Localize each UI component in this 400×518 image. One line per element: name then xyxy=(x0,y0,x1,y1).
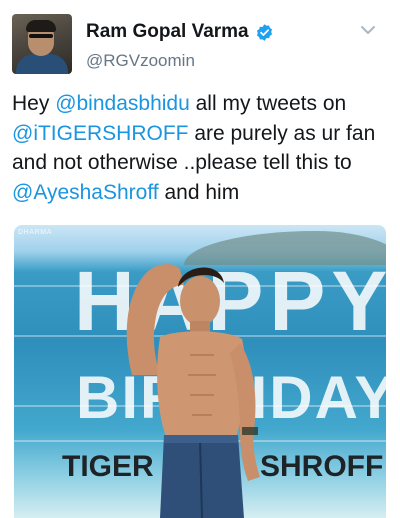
name-shroff: SHROFF xyxy=(260,450,384,483)
tweet-text: Hey @bindasbhidu all my tweets on @iTIGE… xyxy=(12,89,394,207)
mention-link[interactable]: @bindasbhidu xyxy=(55,92,190,115)
avatar-shirt xyxy=(16,54,68,74)
author-handle[interactable]: @RGVzoomin xyxy=(86,51,195,71)
avatar[interactable] xyxy=(12,14,72,74)
tweet-text-part: and him xyxy=(158,180,240,204)
tweet-header: Ram Gopal Varma @RGVzoomin xyxy=(0,0,400,88)
verified-badge-icon xyxy=(256,23,272,41)
mention-link[interactable]: @AyeshaShroff xyxy=(12,181,159,204)
avatar-glasses xyxy=(29,34,53,38)
tweet-media-image[interactable]: DHARMA HAPPY BIRTHDAY TIGER SHROFF xyxy=(14,225,386,518)
author-display-name[interactable]: Ram Gopal Varma xyxy=(86,21,249,43)
mention-link[interactable]: @iTIGERSHROFF xyxy=(12,122,188,145)
tweet-text-part: all my tweets on xyxy=(189,92,347,115)
avatar-hair xyxy=(26,20,56,32)
author-name-row[interactable]: Ram Gopal Varma xyxy=(86,21,274,43)
tweet-card: Ram Gopal Varma @RGVzoomin Hey @bindasbh… xyxy=(0,0,400,518)
tweet-text-part: Hey xyxy=(12,92,56,115)
name-tiger: TIGER xyxy=(62,450,154,483)
chevron-down-icon[interactable] xyxy=(360,24,376,36)
